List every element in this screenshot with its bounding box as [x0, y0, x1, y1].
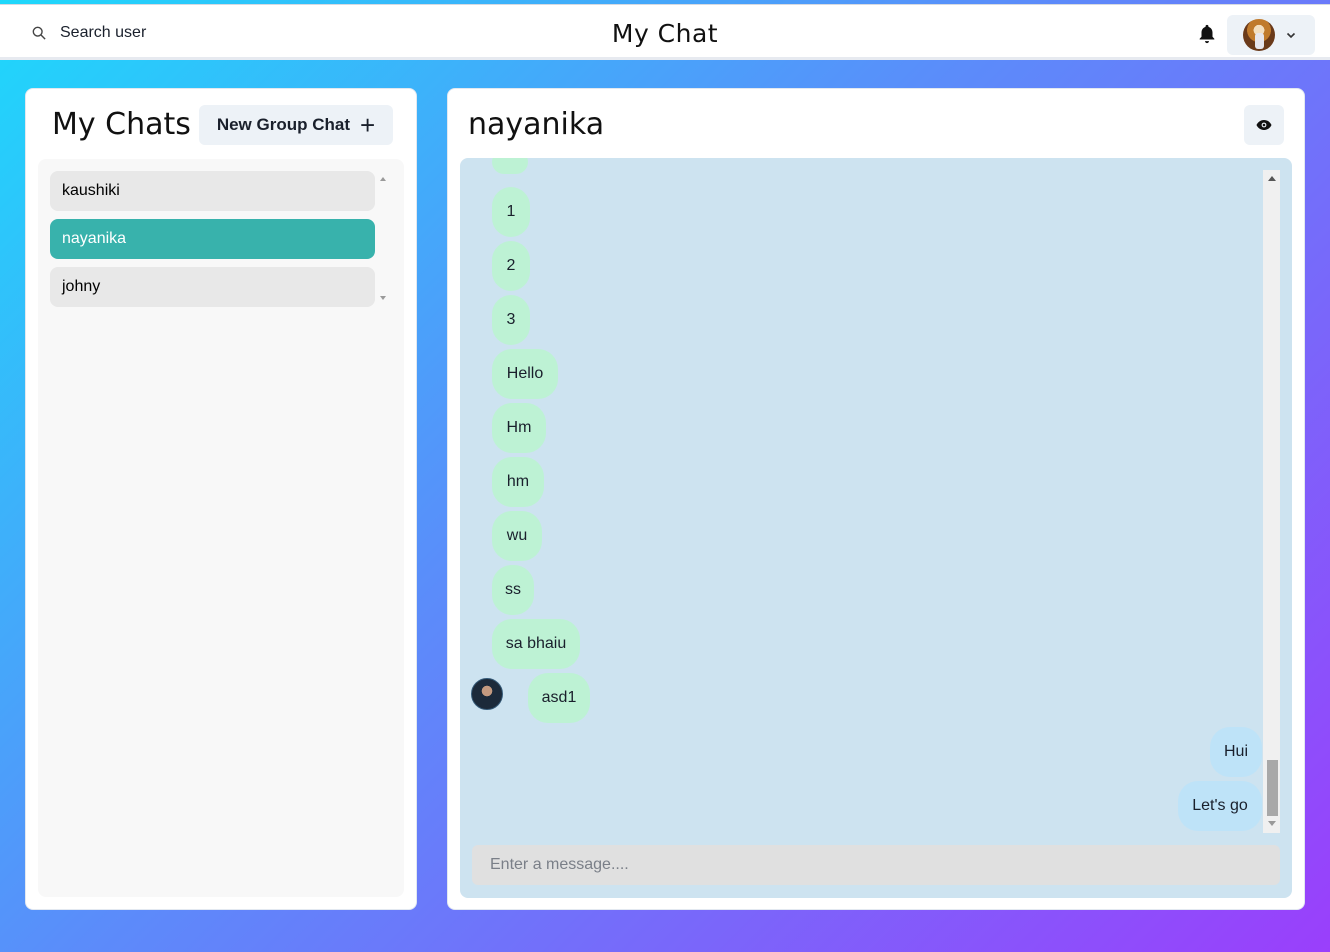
top-navbar: Search user My Chat [0, 4, 1330, 60]
chat-item-label: johny [62, 278, 101, 295]
message-bubble: 2 [492, 241, 530, 291]
message-bubble-mine: Let's go [1178, 781, 1262, 831]
view-profile-button[interactable] [1244, 105, 1284, 145]
message-bubble: sa bhaiu [492, 619, 580, 669]
chat-item-label: kaushiki [62, 182, 120, 199]
chat-item-johny[interactable]: johny [50, 267, 375, 307]
my-chats-panel: My Chats New Group Chat + kaushiki nayan… [25, 88, 417, 910]
scroll-up-arrow[interactable] [380, 177, 386, 181]
chat-list: kaushiki nayanika johny [38, 159, 404, 897]
message-bubble-partial [492, 158, 528, 174]
new-group-chat-button[interactable]: New Group Chat + [199, 105, 393, 145]
avatar [1243, 19, 1275, 51]
message-bubble: 3 [492, 295, 530, 345]
new-group-chat-label: New Group Chat [216, 115, 350, 134]
message-bubble: asd1 [528, 673, 590, 723]
message-bubble: Hello [492, 349, 558, 399]
my-chats-title: My Chats [52, 107, 191, 142]
profile-menu-button[interactable] [1227, 15, 1315, 55]
scroll-up-arrow[interactable] [1268, 176, 1276, 181]
message-input[interactable] [472, 845, 1280, 885]
scroll-down-arrow[interactable] [380, 296, 386, 300]
message-bubble: ss [492, 565, 534, 615]
scroll-down-arrow[interactable] [1268, 821, 1276, 826]
app-title: My Chat [611, 19, 719, 48]
plus-icon: + [359, 110, 376, 140]
eye-icon [1256, 120, 1272, 130]
messages-area[interactable]: 1 2 3 Hello Hm hm wu ss sa bhaiu asd1 Hu… [460, 158, 1292, 898]
message-bubble: hm [492, 457, 544, 507]
sender-avatar[interactable] [471, 678, 503, 710]
chat-item-nayanika[interactable]: nayanika [50, 219, 375, 259]
bell-icon[interactable] [1196, 23, 1218, 45]
scrollbar-thumb[interactable] [1267, 760, 1278, 816]
chat-panel: nayanika 1 2 3 Hello Hm hm wu ss sa bhai… [447, 88, 1305, 910]
message-bubble: Hm [492, 403, 546, 453]
chat-item-label: nayanika [62, 230, 127, 247]
message-bubble: wu [492, 511, 542, 561]
message-bubble: 1 [492, 187, 530, 237]
messages-scrollbar[interactable] [1263, 170, 1280, 833]
chevron-down-icon [1286, 32, 1296, 39]
chat-item-kaushiki[interactable]: kaushiki [50, 171, 375, 211]
message-bubble-mine: Hui [1210, 727, 1262, 777]
chat-title: nayanika [468, 107, 605, 142]
